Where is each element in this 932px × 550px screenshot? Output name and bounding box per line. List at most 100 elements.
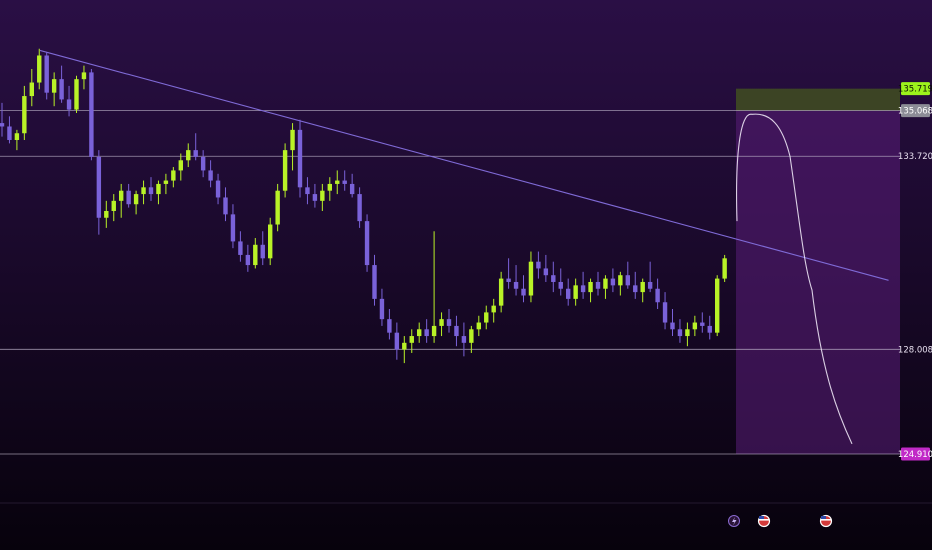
candle-body xyxy=(230,214,236,242)
candle-body xyxy=(141,187,146,195)
candle-body xyxy=(171,170,176,181)
candle-body xyxy=(484,312,489,323)
candle-body xyxy=(640,281,645,293)
candle-body xyxy=(461,336,467,343)
candle-body xyxy=(379,298,385,320)
candle-body xyxy=(536,261,541,269)
candle-body xyxy=(14,133,20,140)
candle-body xyxy=(633,285,638,293)
candle-body xyxy=(282,150,288,191)
candle-body xyxy=(7,126,12,140)
candle-body xyxy=(119,190,124,201)
candle-body xyxy=(506,278,511,282)
candle-body xyxy=(424,329,429,337)
candle-body xyxy=(498,278,504,306)
candle-body xyxy=(707,325,712,333)
price-label: 135.068 xyxy=(898,107,932,117)
candle-body xyxy=(44,55,49,93)
candle-body xyxy=(595,281,601,289)
us-flag-icon[interactable] xyxy=(757,514,771,528)
candle-body xyxy=(715,278,720,333)
candle-body xyxy=(677,329,683,337)
candle-body xyxy=(364,221,370,266)
candle-body xyxy=(245,254,251,266)
candle-body xyxy=(513,281,519,289)
candle-body xyxy=(491,305,496,313)
price-label: 133.720 xyxy=(898,152,932,162)
candle-body xyxy=(268,224,273,259)
candle-body xyxy=(81,72,87,80)
candle-body xyxy=(670,322,675,330)
candle-body xyxy=(148,187,154,195)
candle-body xyxy=(603,278,608,289)
candle-body xyxy=(104,210,109,218)
candle-body xyxy=(22,96,27,134)
candle-body xyxy=(275,190,280,225)
candle-body xyxy=(372,265,377,299)
candle-body xyxy=(394,332,400,350)
candle-body xyxy=(558,281,563,289)
candle-body xyxy=(521,288,526,296)
flash-icon[interactable] xyxy=(728,515,740,527)
candle-body xyxy=(51,79,57,93)
candle-body xyxy=(327,183,332,191)
candle-body xyxy=(193,150,198,157)
chart-root: 135.719 135.068 133.720 128.008 124.910 xyxy=(0,0,932,550)
candle-body xyxy=(66,99,72,110)
candle-body xyxy=(402,342,407,350)
price-label: 124.910 xyxy=(898,450,932,460)
candle-body xyxy=(573,285,578,299)
candle-body xyxy=(260,244,265,259)
candle-body xyxy=(208,170,213,181)
candle-body xyxy=(387,319,392,333)
candle-body xyxy=(349,183,355,195)
candle-body xyxy=(566,288,571,299)
candle-body xyxy=(431,325,437,337)
candle-body xyxy=(618,275,623,286)
candle-body xyxy=(290,129,295,151)
candle-body xyxy=(312,194,318,201)
candle-body xyxy=(580,285,586,293)
candle-body xyxy=(342,180,347,184)
candle-body xyxy=(454,325,459,337)
candle-body xyxy=(446,319,452,326)
candle-body xyxy=(335,180,340,184)
candle-body xyxy=(111,200,116,211)
candle-body xyxy=(357,194,362,222)
candle-body xyxy=(178,160,183,171)
candle-body xyxy=(0,123,5,127)
candle-body xyxy=(223,197,228,215)
candle-body xyxy=(647,281,653,289)
candle-body xyxy=(469,329,474,343)
price-label: 128.008 xyxy=(898,345,932,355)
candle-body xyxy=(29,82,34,97)
candle-body xyxy=(238,241,243,255)
candle-body xyxy=(305,187,310,195)
candle-body xyxy=(96,156,102,218)
candle-body xyxy=(610,278,616,286)
candlestick-chart[interactable]: 135.719 135.068 133.720 128.008 124.910 xyxy=(0,0,932,550)
projection-zones xyxy=(736,88,900,455)
candle-body xyxy=(37,55,42,83)
candle-body xyxy=(528,261,534,296)
candle-body xyxy=(722,258,727,279)
candle-body xyxy=(662,302,668,323)
candle-body xyxy=(685,329,690,337)
candle-body xyxy=(74,79,79,110)
candle-body xyxy=(625,275,630,286)
candle-body xyxy=(200,156,206,171)
us-flag-icon[interactable] xyxy=(819,514,833,528)
candle-body xyxy=(215,180,221,198)
candle-body xyxy=(297,129,303,188)
candle-body xyxy=(655,288,660,303)
candle-body xyxy=(320,190,325,201)
candle-body xyxy=(253,244,258,266)
candle-body xyxy=(156,183,161,195)
target-zone xyxy=(736,110,900,455)
candle-body xyxy=(133,194,139,205)
candle-body xyxy=(476,322,481,330)
candle-body xyxy=(588,281,593,293)
candle-body xyxy=(692,322,698,330)
candle-body xyxy=(417,329,422,337)
candle-body xyxy=(89,72,94,157)
